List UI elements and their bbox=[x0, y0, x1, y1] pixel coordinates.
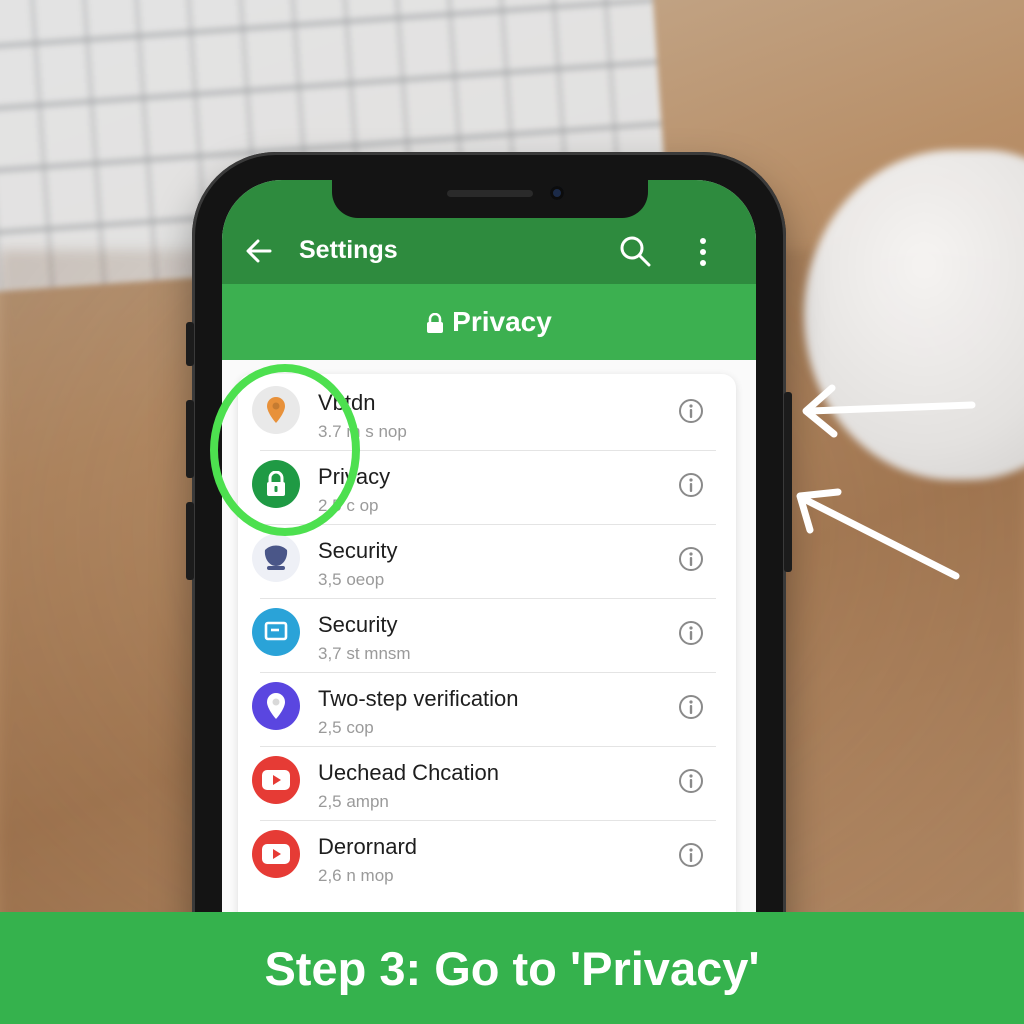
phone-volume-down bbox=[186, 502, 194, 580]
lock-icon bbox=[427, 313, 444, 333]
location-pin-icon bbox=[252, 682, 300, 730]
more-vert-icon[interactable] bbox=[696, 236, 710, 268]
phone-notch bbox=[332, 180, 648, 218]
list-item-subtitle: 2,5 ampn bbox=[318, 792, 389, 811]
list-item-label: Security bbox=[318, 538, 398, 563]
highlight-circle bbox=[210, 364, 360, 536]
speaker-grille bbox=[447, 190, 533, 197]
pointer-arrow-icon bbox=[802, 384, 976, 438]
info-icon[interactable] bbox=[678, 398, 704, 424]
list-item[interactable]: Security 3,5 oeop bbox=[238, 524, 736, 598]
info-icon[interactable] bbox=[678, 842, 704, 868]
phone-frame: Settings Privacy Vbtdn 3.7 m s nop Privacy… bbox=[186, 152, 792, 972]
phone-volume-up bbox=[186, 400, 194, 478]
list-item-subtitle: 2,6 n mop bbox=[318, 866, 394, 885]
phone-side-button bbox=[186, 322, 194, 366]
list-item-label: Two-step verification bbox=[318, 686, 519, 711]
info-icon[interactable] bbox=[678, 620, 704, 646]
list-item[interactable]: Uechead Chcation 2,5 ampn bbox=[238, 746, 736, 820]
info-icon[interactable] bbox=[678, 472, 704, 498]
info-icon[interactable] bbox=[678, 768, 704, 794]
pointer-arrow-icon bbox=[796, 488, 960, 580]
phone-screen: Settings Privacy Vbtdn 3.7 m s nop Privacy… bbox=[222, 180, 756, 972]
list-item-label: Derornard bbox=[318, 834, 418, 859]
list-item[interactable]: Derornard 2,6 n mop bbox=[238, 820, 736, 894]
section-title: Privacy bbox=[452, 306, 552, 337]
list-item-label: Uechead Chcation bbox=[318, 760, 500, 785]
step-banner-text: Step 3: Go to 'Privacy' bbox=[264, 941, 760, 995]
search-icon[interactable] bbox=[618, 234, 652, 268]
front-camera bbox=[550, 186, 564, 200]
list-item-subtitle: 3,7 st mnsm bbox=[318, 644, 411, 663]
play-icon bbox=[252, 830, 300, 878]
info-icon[interactable] bbox=[678, 694, 704, 720]
list-item-label: Security bbox=[318, 612, 398, 637]
list-item[interactable]: Two-step verification 2,5 cop bbox=[238, 672, 736, 746]
list-item[interactable]: Security 3,7 st mnsm bbox=[238, 598, 736, 672]
info-icon[interactable] bbox=[678, 546, 704, 572]
step-banner: Step 3: Go to 'Privacy' bbox=[0, 912, 1024, 1024]
list-item-subtitle: 2,5 cop bbox=[318, 718, 374, 737]
back-arrow-icon[interactable] bbox=[244, 236, 274, 266]
shield-face-icon bbox=[252, 534, 300, 582]
message-square-icon bbox=[252, 608, 300, 656]
section-header: Privacy bbox=[222, 284, 756, 360]
list-item-subtitle: 3,5 oeop bbox=[318, 570, 385, 589]
app-bar-title: Settings bbox=[299, 236, 398, 264]
play-icon bbox=[252, 756, 300, 804]
